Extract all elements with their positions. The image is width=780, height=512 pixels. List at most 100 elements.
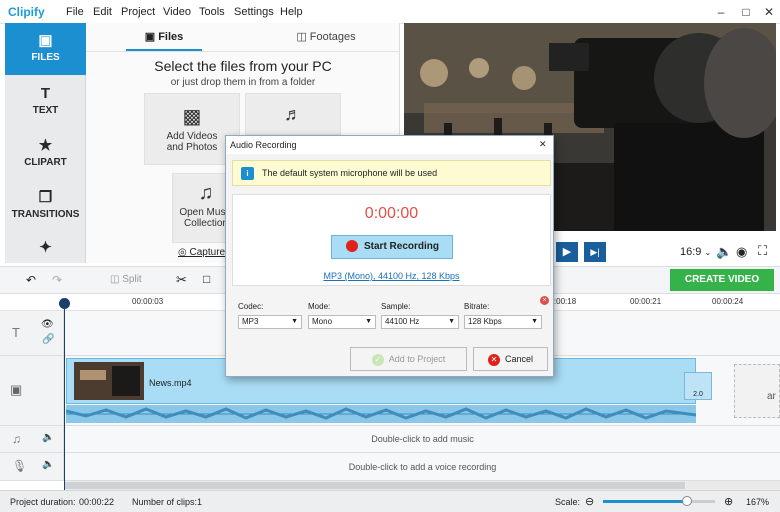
sidebar-item-label: FILES [31,52,60,63]
aspect-ratio-select[interactable]: 16:9 ⌄ [680,246,711,258]
sidebar-item-clipart[interactable]: ★ CLIPART [5,128,86,180]
link-icon[interactable]: 🔗 [42,334,54,345]
divider [86,51,400,52]
redo-icon[interactable]: ↷ [52,273,62,287]
volume-icon[interactable]: 🔈 [42,459,54,470]
eye-icon[interactable]: 👁 [41,319,54,330]
audio-file-icon: ♬ [284,104,302,124]
clips-value: 1 [197,497,203,507]
mode-select[interactable]: Mono ▼ [308,315,376,329]
voice-track-header: 🎙 🔈 [0,453,64,481]
drop-placeholder[interactable]: ar [734,364,780,418]
sidebar-item-label: CLIPART [24,157,67,168]
bitrate-select[interactable]: 128 Kbps ▼ [464,315,542,329]
music-note-icon: ♫ [12,432,21,446]
tick-label: 00:00:24 [712,297,744,306]
menu-project[interactable]: Project [121,6,155,18]
undo-icon[interactable]: ↶ [26,273,36,287]
menu-video[interactable]: Video [163,6,191,18]
volume-icon[interactable]: 🔈 [42,432,54,443]
audio-waveform [66,405,696,423]
chevron-down-icon: ▼ [365,318,372,325]
sidebar-item-transitions[interactable]: ❐ TRANSITIONS [5,180,86,232]
play-button[interactable]: ▶ [556,242,578,262]
menu-edit[interactable]: Edit [93,6,112,18]
camera-icon: ▣ [10,382,23,397]
close-settings-icon[interactable]: × [540,296,549,305]
start-recording-button[interactable]: Start Recording [331,235,453,259]
tab-footages[interactable]: ◫ Footages [281,23,371,51]
waveform-graphic [66,407,696,420]
split-label: Split [122,274,142,285]
text-track-header: T 👁 🔗 [0,311,64,356]
playhead-handle[interactable] [59,298,70,309]
crop-icon[interactable]: □ [203,272,210,286]
snapshot-icon[interactable]: ◉ [736,244,747,260]
add-audio-tile[interactable]: ♬ [245,93,341,135]
text-icon: T [40,85,51,102]
add-to-project-button[interactable]: ✓ Add to Project [350,347,467,371]
format-link[interactable]: MP3 (Mono), 44100 Hz, 128 Kbps [233,271,550,281]
text-icon: T [12,325,20,340]
tab-files[interactable]: ▣ Files [126,23,202,51]
scissors-icon[interactable]: ✂ [176,272,187,288]
menu-file[interactable]: File [66,6,84,18]
sidebar-item-text[interactable]: T TEXT [5,76,86,128]
music-track-header: ♫ 🔈 [0,426,64,453]
create-video-button[interactable]: CREATE VIDEO [670,269,774,291]
sidebar-item-files[interactable]: ▣ FILES [5,23,86,75]
record-icon [346,240,358,253]
start-recording-label: Start Recording [364,241,440,252]
clips-label: Number of clips: [132,497,198,507]
fullscreen-icon[interactable]: ⛶ [758,243,767,259]
tick-label: 00:00:03 [132,297,164,306]
music-track[interactable]: Double-click to add music [65,426,780,453]
aspect-ratio-value: 16:9 [680,246,702,258]
zoom-in-icon[interactable]: ⊕ [724,495,733,508]
app-logo: Clipify [8,5,45,19]
recording-panel: 0:00:00 Start Recording MP3 (Mono), 4410… [232,194,551,286]
menu-tools[interactable]: Tools [199,6,225,18]
capture-link[interactable]: ◎ Capture [178,247,225,258]
sidebar-item-effects[interactable]: ✦ [5,232,86,263]
audio-recording-dialog: Audio Recording ✕ i The default system mi… [225,135,554,377]
timeline-scrollbar[interactable] [65,481,780,490]
bitrate-label: Bitrate: [464,302,490,311]
voice-track[interactable]: Double-click to add a voice recording [65,453,780,481]
tab-label: Files [158,31,184,43]
volume-icon[interactable]: 🔈 [716,244,732,260]
tick-label: 00:00:21 [630,297,662,306]
sidebar-item-label: TEXT [32,105,59,116]
split-button[interactable]: ◫ Split [110,274,142,285]
panel-heading: Select the files from your PC [154,58,332,74]
clip-name: News.mp4 [149,378,192,388]
tile-label: Add Videos and Photos [166,131,218,153]
mode-label: Mode: [308,302,331,311]
placeholder-label: ar [767,391,776,402]
sample-select[interactable]: 44100 Hz ▼ [381,315,459,329]
chevron-down-icon: ▼ [531,318,538,325]
cancel-label: Cancel [504,354,533,364]
magic-wand-icon: ✦ [39,239,52,256]
scale-slider[interactable] [603,496,715,506]
next-frame-button[interactable]: ▶| [584,242,606,262]
zoom-out-icon[interactable]: ⊖ [585,495,594,508]
menu-settings[interactable]: Settings [234,6,274,18]
title-bar: Clipify File Edit Project Video Tools Se… [0,0,780,24]
capture-label: Capture [189,247,226,258]
close-icon[interactable]: ✕ [539,139,547,150]
sidebar-item-label: TRANSITIONS [11,209,80,220]
maximize-icon[interactable]: □ [737,4,755,20]
scale-slider-handle[interactable] [682,496,692,506]
film-reel-icon: ▩ [182,106,202,128]
sidebar: ▣ FILES T TEXT ★ CLIPART ❐ TRANSITIONS ✦ [5,23,86,263]
status-bar: Project duration: 00:00:22 Number of cli… [0,490,780,512]
minimize-icon[interactable]: – [712,4,730,20]
transition-slot[interactable]: 2.0 [684,372,712,400]
menu-help[interactable]: Help [280,6,303,18]
recording-timer: 0:00:00 [364,205,419,222]
close-icon[interactable]: ✕ [760,4,778,20]
codec-select[interactable]: MP3 ▼ [238,315,302,329]
cancel-icon: ✕ [487,353,500,366]
cancel-button[interactable]: ✕ Cancel [473,347,548,371]
